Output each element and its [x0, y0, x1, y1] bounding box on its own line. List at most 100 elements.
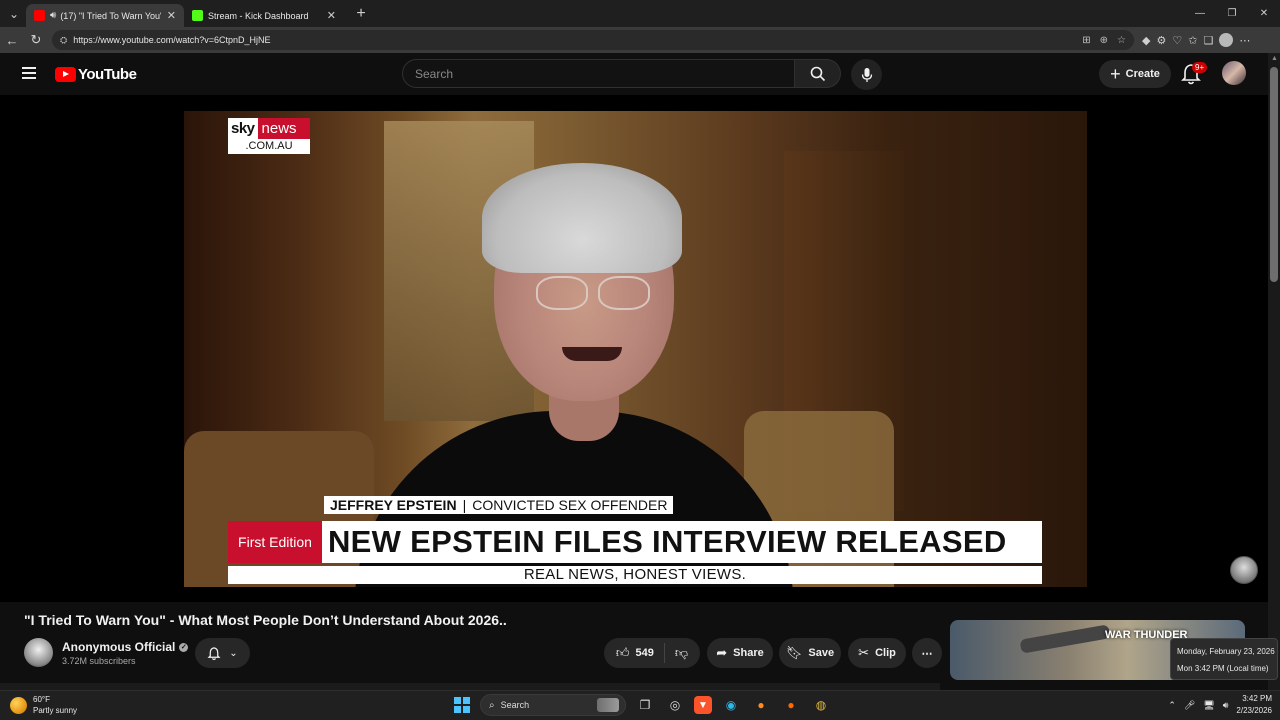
tab-title: (17) "I Tried To Warn You" - W: [60, 10, 161, 21]
taskbar-search[interactable]: ⌕ Search: [480, 694, 626, 716]
url-text: https://www.youtube.com/watch?v=6CtpnD_H…: [73, 35, 271, 45]
tab-kick[interactable]: Stream - Kick Dashboard ✕: [184, 4, 344, 27]
search-box: [402, 59, 841, 88]
tray-overflow-chevron-icon[interactable]: ⌃: [1168, 700, 1176, 711]
taskbar-clock[interactable]: 3:42 PM 2/23/2026: [1236, 693, 1272, 717]
back-arrow-icon[interactable]: ←: [0, 29, 24, 51]
sky-logo-domain: .COM.AU: [228, 139, 310, 154]
sky-logo-news: news: [257, 118, 310, 139]
brave-browser-icon[interactable]: ▼: [694, 696, 712, 714]
kick-favicon-icon: [192, 10, 203, 21]
tab-list-chevron-icon[interactable]: ⌄: [2, 4, 26, 24]
save-label: Save: [808, 647, 835, 659]
address-toolbar: ← ↻ ⛭ https://www.youtube.com/watch?v=6C…: [0, 27, 1280, 53]
close-tab-icon[interactable]: ✕: [167, 9, 176, 22]
reload-icon[interactable]: ↻: [24, 29, 48, 51]
like-button[interactable]: 👍︎ 549: [616, 643, 665, 663]
browser-tab-bar: ⌄ 🔊︎ (17) "I Tried To Warn You" - W ✕ St…: [0, 0, 1280, 27]
browser-essentials-icon[interactable]: ♡: [1172, 34, 1182, 47]
scroll-up-arrow-icon[interactable]: ▲: [1271, 55, 1278, 62]
channel-watermark[interactable]: [1230, 556, 1258, 584]
lower-third-descriptor: CONVICTED SEX OFFENDER: [472, 497, 668, 513]
notification-badge: 9+: [1192, 62, 1208, 73]
obs-app-icon[interactable]: ◎: [664, 694, 686, 716]
bell-icon: [207, 646, 221, 660]
speaker-icon[interactable]: 🔊︎: [50, 10, 56, 21]
thumbs-down-icon: 👎︎: [674, 645, 689, 660]
settings-more-icon[interactable]: ⋯: [1239, 34, 1250, 47]
share-button[interactable]: ➦ Share: [707, 638, 773, 668]
task-view-icon[interactable]: ❐: [634, 694, 656, 716]
tab-youtube[interactable]: 🔊︎ (17) "I Tried To Warn You" - W ✕: [26, 4, 184, 27]
firefox-alt-icon[interactable]: ●: [780, 694, 802, 716]
search-button[interactable]: [795, 59, 841, 88]
more-actions-button[interactable]: ⋯: [912, 638, 942, 668]
jet-image: [1019, 624, 1111, 654]
voice-search-button[interactable]: [851, 59, 882, 90]
like-count: 549: [635, 647, 654, 659]
profile-avatar-icon[interactable]: [1219, 33, 1234, 47]
dislike-button[interactable]: 👎︎: [665, 645, 688, 661]
clock-tooltip: Monday, February 23, 2026 Mon 3:42 PM (L…: [1170, 638, 1278, 680]
tooltip-local-time: Mon 3:42 PM (Local time): [1177, 664, 1269, 673]
collections-icon[interactable]: ❏: [1203, 34, 1213, 47]
youtube-favicon-icon: [34, 10, 45, 21]
firefox-icon[interactable]: ●: [750, 694, 772, 716]
page-scrollbar[interactable]: ▲: [1268, 53, 1280, 690]
chrome-icon[interactable]: ◍: [810, 694, 832, 716]
youtube-logo[interactable]: YouTube: [55, 66, 137, 83]
clip-label: Clip: [875, 647, 896, 659]
weather-widget[interactable]: 60°F Partly sunny: [10, 694, 77, 716]
scrollbar-thumb[interactable]: [1270, 67, 1278, 282]
create-button[interactable]: + Create: [1099, 60, 1171, 88]
channel-name[interactable]: Anonymous Official: [62, 640, 175, 654]
news-lower-third: JEFFREY EPSTEIN | CONVICTED SEX OFFENDER F…: [228, 496, 1042, 584]
channel-name-row[interactable]: Anonymous Official ✓: [62, 640, 189, 654]
extensions-puzzle-icon[interactable]: ⚙: [1156, 34, 1166, 47]
search-icon: [810, 66, 825, 81]
system-tray: ⌃ 🎤︎ 🖥︎ 🔊︎ 3:42 PM 2/23/2026: [1168, 693, 1272, 717]
subscription-notifications-button[interactable]: ⌄: [195, 638, 250, 668]
volume-icon[interactable]: 🔊︎: [1223, 700, 1229, 711]
clip-button[interactable]: ✂ Clip: [848, 638, 906, 668]
search-input[interactable]: [402, 59, 795, 88]
lower-third-name: JEFFREY EPSTEIN: [330, 497, 457, 513]
search-highlight-image: [597, 698, 619, 712]
favorites-icon[interactable]: ✩: [1188, 34, 1197, 47]
taskbar-search-label: Search: [500, 700, 530, 710]
favorite-star-icon[interactable]: ☆: [1117, 35, 1126, 46]
windows-start-icon[interactable]: [452, 695, 472, 715]
share-label: Share: [733, 647, 764, 659]
search-icon: ⌕: [489, 699, 495, 711]
video-frame[interactable]: sky news .COM.AU JEFFREY EPSTEIN | CONVICT…: [184, 111, 1087, 587]
edge-browser-icon[interactable]: ◉: [720, 694, 742, 716]
address-bar[interactable]: ⛭ https://www.youtube.com/watch?v=6CtpnD…: [52, 30, 1134, 50]
mic-tray-icon[interactable]: 🎤︎: [1184, 700, 1195, 711]
zoom-icon[interactable]: ⊕: [1100, 35, 1108, 46]
create-label: Create: [1125, 68, 1160, 80]
like-dislike-group: 👍︎ 549 👎︎: [604, 638, 700, 668]
microphone-icon: [861, 67, 872, 82]
partly-sunny-icon: [10, 696, 27, 714]
minimize-icon[interactable]: —: [1184, 0, 1216, 27]
clock-time: 3:42 PM: [1242, 694, 1272, 703]
extension-diamond-icon[interactable]: ◆: [1142, 34, 1150, 47]
video-scene-glasses: [598, 276, 650, 310]
share-arrow-icon: ➦: [716, 645, 728, 660]
menu-hamburger-icon[interactable]: [22, 67, 36, 79]
site-info-icon[interactable]: ⛭: [60, 35, 67, 46]
lower-third-separator: |: [462, 497, 467, 513]
restore-icon[interactable]: ❐: [1216, 0, 1248, 27]
app-available-icon[interactable]: ⊞: [1082, 35, 1090, 46]
save-button[interactable]: 🔖︎ Save: [779, 638, 841, 668]
youtube-wordmark: YouTube: [78, 66, 137, 83]
new-tab-plus-icon[interactable]: +: [350, 5, 372, 23]
more-horizontal-icon: ⋯: [921, 647, 933, 660]
close-tab-icon[interactable]: ✕: [327, 9, 336, 22]
network-icon[interactable]: 🖥︎: [1203, 700, 1214, 711]
account-avatar[interactable]: [1222, 61, 1246, 85]
video-scene-glasses: [536, 276, 588, 310]
video-player[interactable]: sky news .COM.AU JEFFREY EPSTEIN | CONVICT…: [0, 95, 1268, 602]
close-window-icon[interactable]: ✕: [1248, 0, 1280, 27]
channel-avatar[interactable]: [24, 638, 53, 667]
